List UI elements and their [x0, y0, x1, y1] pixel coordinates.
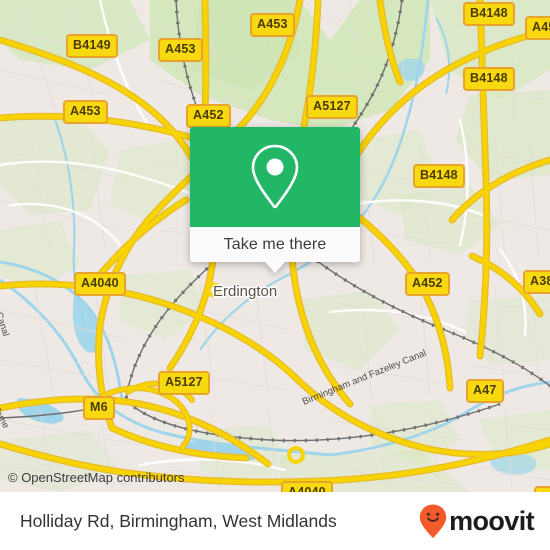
- screenshot-root: .pk{fill:#d5e8bd} .pk2{fill:#cfe5b5} .bl…: [0, 0, 550, 550]
- road-shield-a4040-bottom[interactable]: A4040: [281, 481, 333, 492]
- road-shield-b4148-mid[interactable]: B4148: [413, 164, 465, 188]
- moovit-brand[interactable]: moovit: [418, 503, 535, 539]
- map-pin-icon: [251, 144, 299, 209]
- location-callout-card[interactable]: Take me there: [190, 127, 360, 273]
- location-title: Holliday Rd, Birmingham, West Midlands: [20, 510, 337, 531]
- road-shield-a452-right[interactable]: A452: [405, 272, 450, 296]
- road-shield-a4040-left[interactable]: A4040: [74, 272, 126, 296]
- moovit-pin-smile-icon: [419, 504, 447, 538]
- place-label-erdington: Erdington: [213, 283, 278, 300]
- take-me-there-label: Take me there: [223, 235, 327, 253]
- callout-body[interactable]: Take me there: [190, 227, 360, 273]
- callout-pointer-tail: [265, 262, 285, 273]
- callout-header: [190, 127, 360, 227]
- road-shield-a453-topcenter[interactable]: A453: [250, 13, 295, 37]
- road-shield-a5127-upper[interactable]: A5127: [306, 95, 358, 119]
- road-shield-b4148-top[interactable]: B4148: [463, 2, 515, 26]
- road-shield-a47[interactable]: A47: [466, 379, 504, 403]
- road-shield-a452-upper[interactable]: A452: [186, 104, 231, 128]
- bottom-info-bar: Holliday Rd, Birmingham, West Midlands m…: [0, 492, 550, 550]
- road-shield-b4149[interactable]: B4149: [66, 34, 118, 58]
- map-canvas[interactable]: .pk{fill:#d5e8bd} .pk2{fill:#cfe5b5} .bl…: [0, 0, 550, 492]
- moovit-wordmark: moovit: [449, 505, 535, 536]
- road-shield-a5127-lower[interactable]: A5127: [158, 371, 210, 395]
- road-shield-m6[interactable]: M6: [83, 396, 115, 420]
- road-shield-a38[interactable]: A38: [523, 270, 550, 294]
- road-shield-b4148-upper[interactable]: B4148: [463, 67, 515, 91]
- road-shield-a453-topleft[interactable]: A453: [158, 38, 203, 62]
- openstreetmap-attribution[interactable]: © OpenStreetMap contributors: [8, 470, 185, 485]
- road-shield-a453-topright[interactable]: A453: [525, 16, 550, 40]
- road-shield-a453-left[interactable]: A453: [63, 100, 108, 124]
